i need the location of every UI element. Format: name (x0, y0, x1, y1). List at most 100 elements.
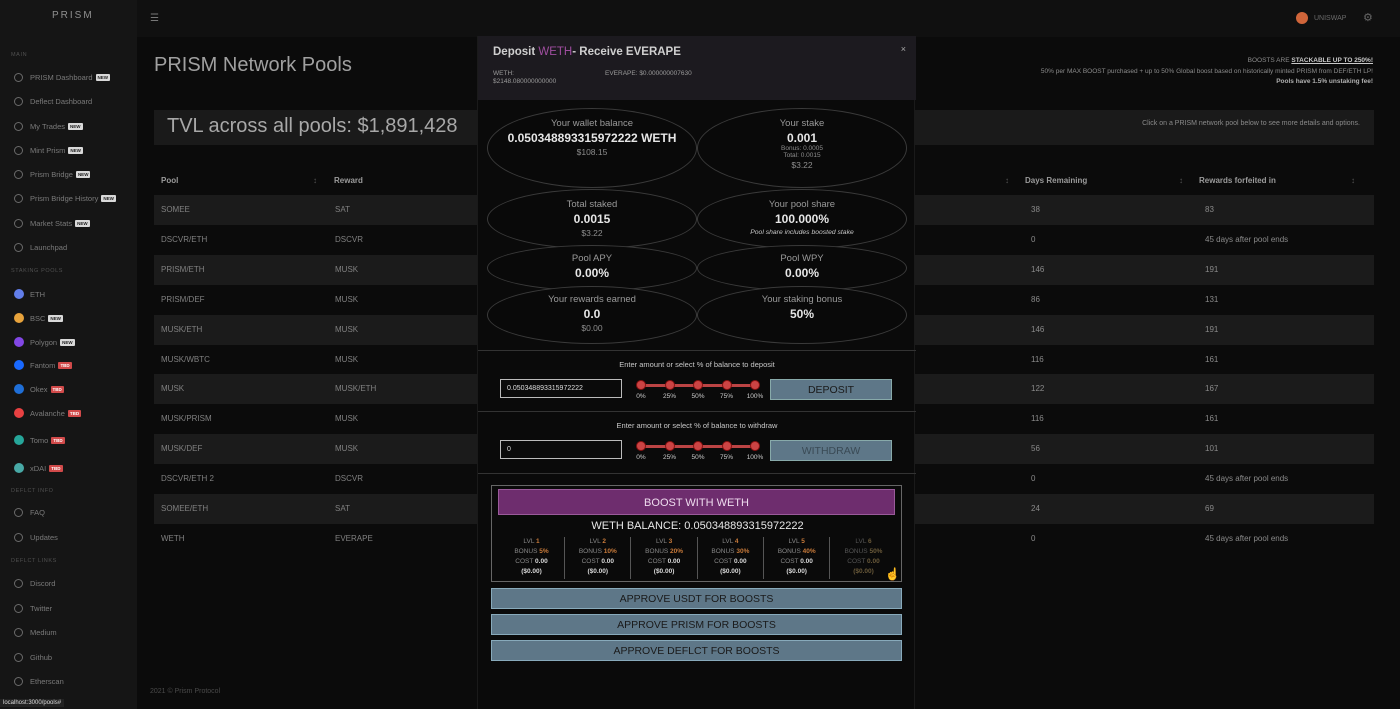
sidebar-item-github[interactable]: Github (14, 653, 52, 662)
percent-label[interactable]: 100% (745, 454, 765, 461)
sidebar-item-deflect-dashboard[interactable]: Deflect Dashboard (14, 97, 92, 106)
boost-level-2[interactable]: LVL 2 BONUS 10% COST 0.00 ($0.00) (565, 537, 632, 579)
sort-icon[interactable]: ↕ (1179, 176, 1183, 185)
percent-label[interactable]: 50% (688, 393, 708, 400)
sidebar-item-avalanche[interactable]: Avalanche TBD (14, 408, 82, 418)
sidebar-section-title: STAKING POOLS (11, 268, 64, 274)
boost-level-line: BONUS 10% (565, 547, 630, 557)
sidebar-item-market-stats[interactable]: Market Stats NEW (14, 219, 90, 228)
deposit-input[interactable] (500, 379, 622, 398)
boost-bonus: 50% (869, 548, 883, 555)
withdraw-input[interactable] (500, 440, 622, 459)
sidebar-item-etherscan[interactable]: Etherscan (14, 677, 64, 686)
sidebar-item-label: FAQ (30, 508, 46, 517)
card-usd: $108.15 (576, 147, 608, 157)
cell-pool: MUSK (161, 384, 185, 394)
approve-prism-button[interactable]: APPROVE PRISM FOR BOOSTS (491, 614, 902, 635)
sidebar-item-prism-dashboard[interactable]: PRISM Dashboard NEW (14, 73, 111, 82)
percent-label[interactable]: 0% (631, 393, 651, 400)
withdraw-percent-slider[interactable]: 0% 25% 50% 75% 100% (636, 441, 763, 465)
slider-knob[interactable] (750, 441, 760, 451)
sort-icon[interactable]: ↕ (313, 176, 317, 185)
sidebar-item-prism-bridge[interactable]: Prism Bridge NEW (14, 170, 91, 179)
boost-cost: 0.00 (867, 558, 880, 565)
sidebar-item-label: Updates (30, 533, 58, 542)
everape-price: EVERAPE: $0.000000007630 (605, 70, 692, 77)
sidebar-item-mint-prism[interactable]: Mint Prism NEW (14, 146, 83, 155)
gear-icon[interactable]: ⚙ (1363, 11, 1373, 24)
boost-level-5[interactable]: LVL 5 BONUS 40% COST 0.00 ($0.00) (764, 537, 831, 579)
close-icon[interactable]: × (901, 44, 906, 54)
nav-icon (14, 219, 23, 228)
sidebar-item-twitter[interactable]: Twitter (14, 604, 52, 613)
staking-bonus-card: Your staking bonus 50% (697, 286, 907, 344)
sidebar-item-updates[interactable]: Updates (14, 533, 58, 542)
slider-knob[interactable] (693, 380, 703, 390)
deposit-percent-slider[interactable]: 0% 25% 50% 75% 100% (636, 380, 763, 404)
uniswap-wallet[interactable]: UNISWAP (1296, 12, 1346, 24)
pool-share-card: Your pool share 100.000% Pool share incl… (697, 189, 907, 249)
boost-level-4[interactable]: LVL 4 BONUS 30% COST 0.00 ($0.00) (698, 537, 764, 579)
col-reward[interactable]: Reward (334, 176, 363, 185)
sidebar-item-label: Market Stats (30, 219, 73, 228)
sidebar-item-prism-bridge-history[interactable]: Prism Bridge History NEW (14, 194, 116, 203)
cell-forfeit: 83 (1205, 205, 1214, 214)
boost-level-1[interactable]: LVL 1 BONUS 5% COST 0.00 ($0.00) (499, 537, 565, 579)
sidebar-item-launchpad[interactable]: Launchpad (14, 243, 67, 252)
nav-icon (14, 194, 23, 203)
slider-knob[interactable] (664, 441, 675, 451)
percent-label[interactable]: 0% (631, 454, 651, 461)
total-staked-card: Total staked 0.0015 $3.22 (487, 189, 697, 249)
approve-deflct-button[interactable]: APPROVE DEFLCT FOR BOOSTS (491, 640, 902, 661)
sort-icon[interactable]: ↕ (1351, 176, 1355, 185)
percent-label[interactable]: 50% (688, 454, 708, 461)
percent-label[interactable]: 100% (745, 393, 765, 400)
slider-knob[interactable] (721, 380, 732, 390)
col-pool[interactable]: Pool (161, 176, 178, 185)
boost-button[interactable]: BOOST WITH WETH (498, 489, 895, 515)
cell-days: 38 (1031, 205, 1040, 214)
sidebar-item-xdai[interactable]: xDAI TBD (14, 463, 63, 473)
sort-icon[interactable]: ↕ (1005, 176, 1009, 185)
boost-info-link[interactable]: STACKABLE UP TO 250%! (1291, 57, 1373, 64)
sidebar-item-fantom[interactable]: Fantom TBD (14, 360, 72, 370)
percent-label[interactable]: 25% (660, 454, 680, 461)
boost-level-line: ($0.00) (499, 567, 564, 577)
sidebar-item-okex[interactable]: Okex TBD (14, 384, 64, 394)
sidebar-item-polygon[interactable]: Polygon NEW (14, 337, 75, 347)
boost-level-line: BONUS 20% (632, 547, 697, 557)
slider-knob[interactable] (750, 380, 760, 390)
cell-pool: PRISM/DEF (161, 294, 205, 304)
col-forfeit[interactable]: Rewards forfeited in (1199, 176, 1276, 185)
approve-usdt-button[interactable]: APPROVE USDT FOR BOOSTS (491, 588, 902, 609)
sidebar-item-eth[interactable]: ETH (14, 289, 45, 299)
col-days[interactable]: Days Remaining (1025, 176, 1087, 185)
sidebar-item-discord[interactable]: Discord (14, 579, 55, 588)
boost-lvl: LVL (523, 538, 535, 545)
slider-knob[interactable] (664, 380, 675, 390)
slider-knob[interactable] (721, 441, 732, 451)
sidebar-item-bsc[interactable]: BSC NEW (14, 313, 63, 323)
deposit-button[interactable]: DEPOSIT (770, 379, 892, 400)
card-value: 0.00% (574, 266, 610, 280)
slider-knob[interactable] (693, 441, 703, 451)
modal-title-suffix: - Receive EVERAPE (572, 46, 681, 58)
withdraw-button[interactable]: WITHDRAW (770, 440, 892, 461)
boost-cost_label: COST (515, 558, 534, 565)
nav-icon (14, 653, 23, 662)
percent-label[interactable]: 75% (717, 454, 737, 461)
boost-info-prefix: BOOSTS ARE (1247, 57, 1292, 64)
boost-cost_label: COST (647, 558, 666, 565)
sidebar-item-my-trades[interactable]: My Trades NEW (14, 122, 83, 131)
sidebar-item-medium[interactable]: Medium (14, 628, 57, 637)
boost-level-3[interactable]: LVL 3 BONUS 20% COST 0.00 ($0.00) (632, 537, 698, 579)
slider-knob[interactable] (636, 380, 646, 390)
percent-label[interactable]: 75% (717, 393, 737, 400)
sidebar-item-tomo[interactable]: Tomo TBD (14, 435, 65, 445)
menu-icon[interactable]: ☰ (150, 13, 159, 24)
card-label: Pool WPY (780, 253, 824, 264)
sidebar-item-faq[interactable]: FAQ (14, 508, 45, 517)
uniswap-icon (1296, 12, 1308, 24)
slider-knob[interactable] (636, 441, 646, 451)
percent-label[interactable]: 25% (660, 393, 680, 400)
